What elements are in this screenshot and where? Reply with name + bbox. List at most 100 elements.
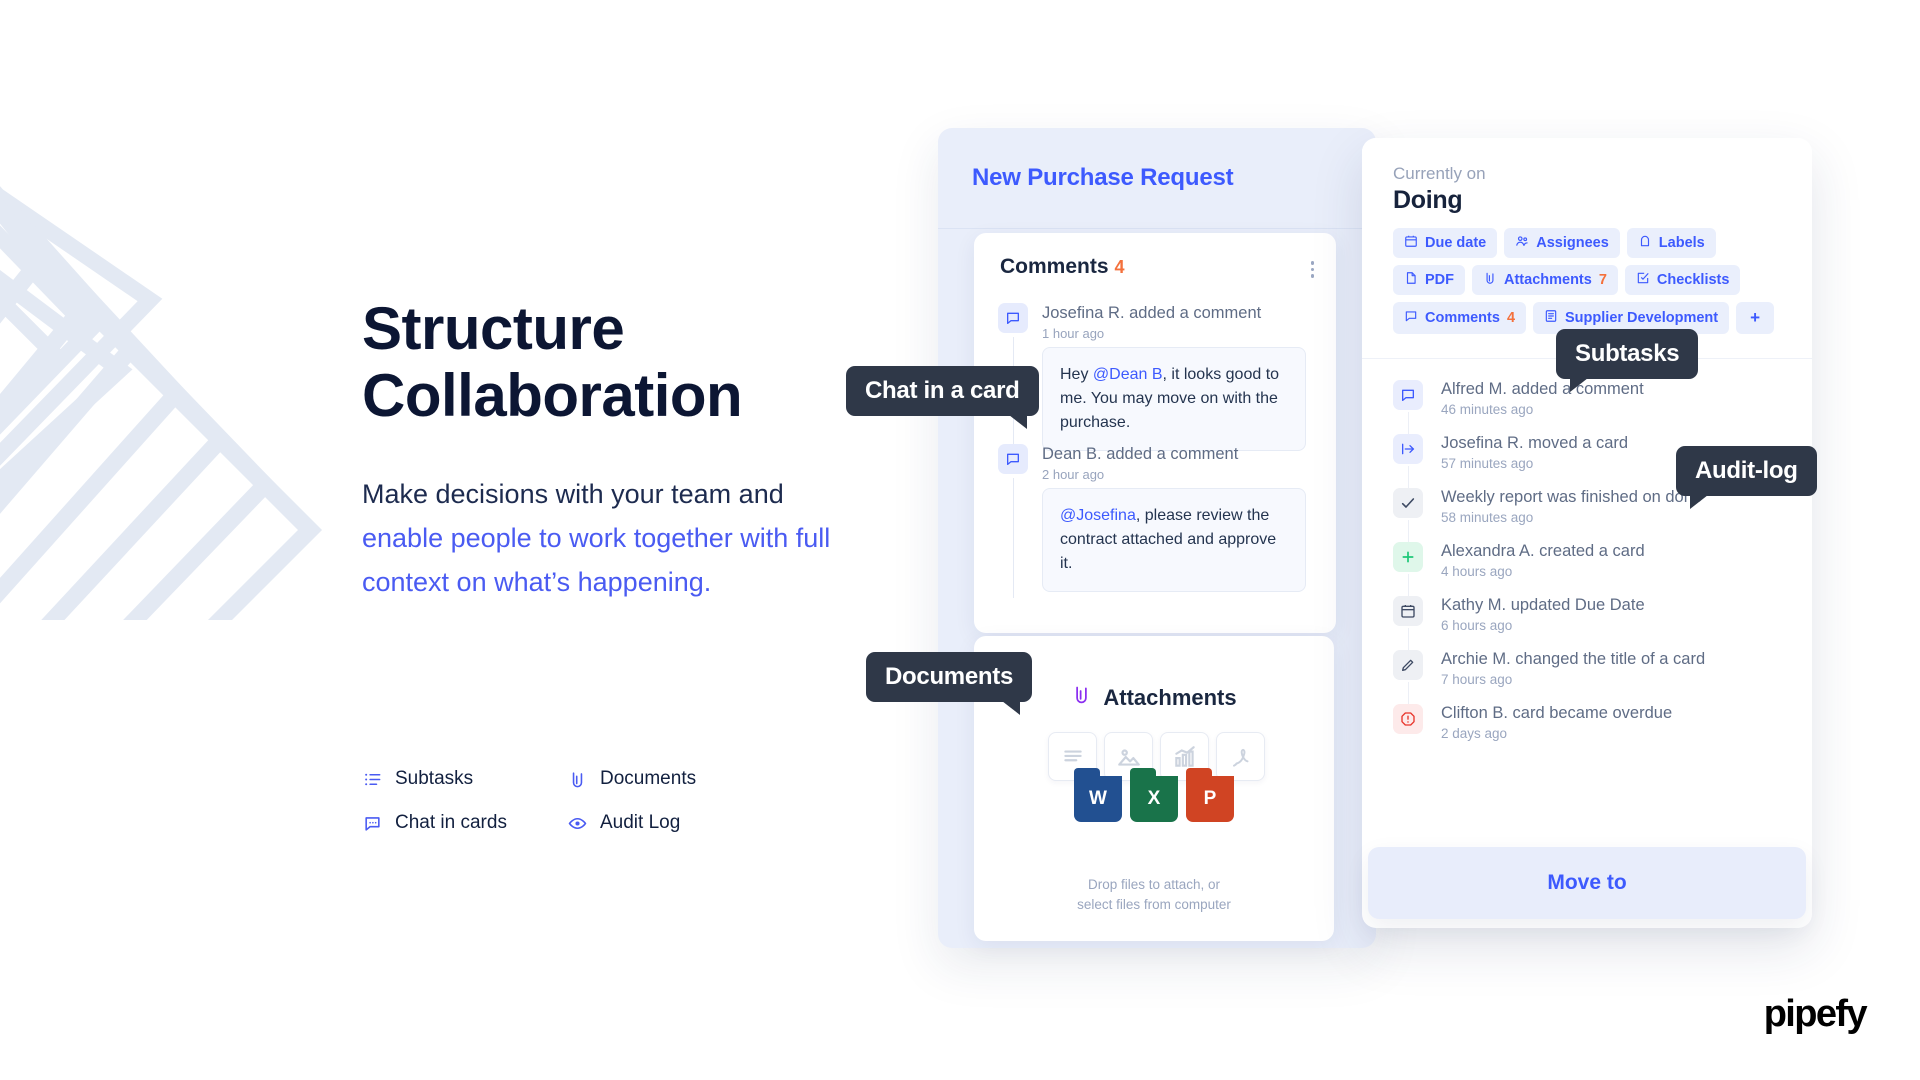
card-detail-panel[interactable]: Currently on Doing Due date Assignees La… <box>1362 138 1812 928</box>
chip-checklists[interactable]: Checklists <box>1624 265 1741 295</box>
chip-label: Comments <box>1425 310 1500 326</box>
chip-count: 4 <box>1506 310 1516 326</box>
activity-time: 58 minutes ago <box>1441 510 1534 525</box>
chip-due-date[interactable]: Due date <box>1393 228 1498 258</box>
pdf-icon[interactable] <box>1216 732 1265 781</box>
drop-hint-line-2: select files from computer <box>1077 896 1231 912</box>
drop-hint-line-1: Drop files to attach, or <box>1087 876 1221 892</box>
tooltip-documents: Documents <box>866 652 1032 715</box>
chat-icon <box>998 444 1028 474</box>
comment-author: Josefina R. added a comment <box>1042 304 1262 322</box>
powerpoint-file-tag[interactable]: P <box>1186 768 1234 822</box>
chip-add-field-button[interactable]: + <box>1736 302 1775 334</box>
current-stage-name: Doing <box>1393 186 1463 214</box>
subcopy-part-1: Make decisions with <box>362 479 604 510</box>
move-to-button[interactable]: Move to <box>1368 847 1806 919</box>
calendar-icon <box>1404 234 1418 252</box>
drop-files-hint: Drop files to attach, or select files fr… <box>974 875 1334 916</box>
feature-label: Audit Log <box>600 812 681 833</box>
timeline-rail <box>1407 520 1409 544</box>
feature-item-subtasks[interactable]: Subtasks <box>362 768 567 790</box>
feature-item-audit-log[interactable]: Audit Log <box>567 812 772 834</box>
new-purchase-request-card[interactable]: New Purchase Request Comments 4 Josefina … <box>938 128 1376 948</box>
chip-label: Attachments <box>1504 272 1592 288</box>
paperclip-icon <box>1483 271 1497 289</box>
calendar-icon <box>1393 596 1423 626</box>
pipefy-logo: pipefy <box>1763 993 1868 1035</box>
chat-icon <box>1404 309 1418 327</box>
activity-feed: Alfred M. added a comment 46 minutes ago… <box>1393 380 1793 758</box>
chip-label: Due date <box>1425 235 1487 251</box>
activity-time: 2 days ago <box>1441 726 1508 741</box>
activity-item[interactable]: Weekly report was finished on done 58 mi… <box>1393 488 1793 544</box>
chevron-svg <box>0 186 323 620</box>
chip-comments[interactable]: Comments 4 <box>1393 302 1527 334</box>
pencil-icon <box>1393 650 1423 680</box>
file-icon <box>1404 271 1418 289</box>
chip-pdf[interactable]: PDF <box>1393 265 1465 295</box>
list-icon <box>362 769 382 789</box>
file-tag-letter: W <box>1089 788 1107 809</box>
subcopy-part-2: your team and <box>611 479 784 510</box>
feature-list: Subtasks Documents Chat in cards Audit L… <box>362 768 772 834</box>
checklist-icon <box>1636 271 1650 289</box>
card-title: New Purchase Request <box>972 164 1234 191</box>
timeline-rail <box>1407 682 1409 706</box>
excel-file-tag[interactable]: X <box>1130 768 1178 822</box>
activity-text: Alexandra A. created a card <box>1441 542 1645 560</box>
activity-text: Weekly report was finished on done <box>1441 488 1703 506</box>
subcopy-highlight: enable people to work together with full… <box>362 523 831 597</box>
hero-subcopy: Make decisions with your team and enable… <box>362 473 832 604</box>
feature-item-documents[interactable]: Documents <box>567 768 772 790</box>
activity-item[interactable]: Kathy M. updated Due Date 6 hours ago <box>1393 596 1793 652</box>
comment-mention[interactable]: @Dean B <box>1093 366 1163 383</box>
feature-item-chat-in-cards[interactable]: Chat in cards <box>362 812 567 834</box>
chip-label: Supplier Development <box>1565 310 1719 326</box>
tooltip-audit-log: Audit-log <box>1676 446 1817 509</box>
activity-item[interactable]: Archie M. changed the title of a card 7 … <box>1393 650 1793 706</box>
feature-label: Documents <box>600 768 697 789</box>
activity-text: Kathy M. updated Due Date <box>1441 596 1645 614</box>
chevron-pattern-decoration <box>0 0 360 620</box>
chip-assignees[interactable]: Assignees <box>1504 228 1620 258</box>
card-divider <box>938 228 1376 229</box>
comment-author: Dean B. added a comment <box>1042 445 1239 463</box>
activity-text: Alfred M. added a comment <box>1441 380 1644 398</box>
activity-time: 7 hours ago <box>1441 672 1513 687</box>
activity-text: Josefina R. moved a card <box>1441 434 1629 452</box>
headline-line-2: Collaboration <box>362 362 743 430</box>
chip-attachments[interactable]: Attachments 7 <box>1472 265 1618 295</box>
plus-icon <box>1393 542 1423 572</box>
move-icon <box>1393 434 1423 464</box>
comment-mention[interactable]: @Josefina <box>1060 507 1136 524</box>
comments-panel: Comments 4 Josefina R. added a comment 1 … <box>974 233 1336 633</box>
feature-label: Subtasks <box>395 768 474 789</box>
comment-bubble: Hey @Dean B, it looks good to me. You ma… <box>1042 347 1306 451</box>
chat-icon <box>998 303 1028 333</box>
feature-label: Chat in cards <box>395 812 507 833</box>
activity-item[interactable]: Clifton B. card became overdue 2 days ag… <box>1393 704 1793 758</box>
chip-count: 7 <box>1598 272 1607 288</box>
word-file-tag[interactable]: W <box>1074 768 1122 822</box>
timeline-rail <box>1407 574 1409 598</box>
chip-labels[interactable]: Labels <box>1626 228 1716 258</box>
paperclip-icon <box>567 769 587 789</box>
card-attribute-chips: Due date Assignees Labels PDF Attachment… <box>1393 228 1785 334</box>
activity-item[interactable]: Alexandra A. created a card 4 hours ago <box>1393 542 1793 598</box>
timeline-rail <box>1407 412 1409 436</box>
eye-icon <box>567 813 587 833</box>
activity-item[interactable]: Alfred M. added a comment 46 minutes ago <box>1393 380 1793 436</box>
comments-more-menu-icon[interactable] <box>1310 261 1314 278</box>
comments-heading: Comments 4 <box>1000 255 1125 279</box>
timeline-rail <box>1407 466 1409 490</box>
headline-line-1: Structure <box>362 295 625 362</box>
alert-icon <box>1393 704 1423 734</box>
attachments-heading-label: Attachments <box>1103 684 1237 710</box>
tooltip-chat-in-a-card: Chat in a card <box>846 366 1039 429</box>
hero-copy: Structure Collaboration Make decisions w… <box>362 295 832 605</box>
comment-text-before: Hey <box>1060 366 1093 383</box>
page-title: Structure Collaboration <box>362 295 832 429</box>
file-tag-letter: X <box>1147 788 1161 809</box>
activity-time: 57 minutes ago <box>1441 456 1534 471</box>
chip-label: Assignees <box>1536 235 1609 251</box>
